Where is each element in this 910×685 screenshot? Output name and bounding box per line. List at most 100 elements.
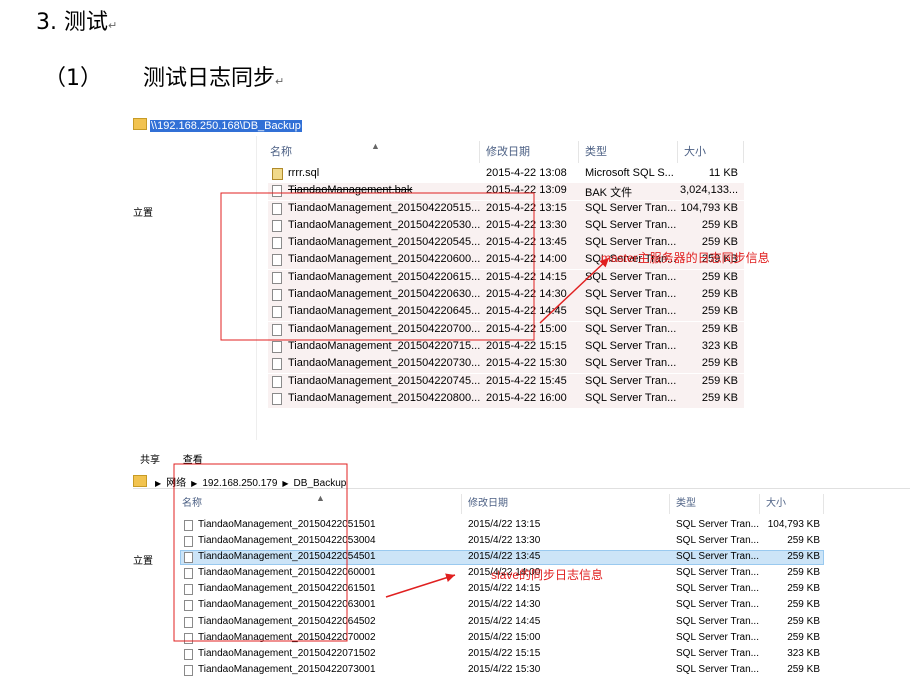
file-row[interactable]: rrrr.sql 2015-4-22 13:08 Microsoft SQL S..… [268, 166, 744, 183]
file-row-selected[interactable]: TiandaoManagement_20150422054501 2015/4/2… [180, 550, 824, 566]
file-size: 3,024,133... [680, 184, 738, 197]
divider [133, 488, 910, 489]
file-name: TiandaoManagement_20150422053004 [198, 535, 376, 547]
file-date: 2015/4/22 15:15 [468, 647, 541, 659]
file-date: 2015/4/22 14:30 [468, 599, 541, 611]
file-list-slave: TiandaoManagement_20150422051501 2015/4/2… [180, 518, 824, 679]
file-name: TiandaoManagement_20150422073001 [198, 663, 376, 675]
column-header-type[interactable]: 类型 [670, 494, 760, 514]
file-name: TiandaoManagement_201504220730... [288, 357, 480, 370]
file-name: TiandaoManagement_20150422061501 [198, 583, 376, 595]
file-icon [184, 616, 193, 628]
file-row[interactable]: TiandaoManagement_20150422071502 2015/4/2… [180, 647, 824, 663]
file-icon [272, 289, 282, 302]
file-name: TiandaoManagement_201504220745... [288, 374, 480, 387]
file-icon [272, 271, 282, 284]
column-header-date[interactable]: 修改日期 [480, 141, 579, 163]
file-row[interactable]: TiandaoManagement_201504220715... 2015-4-… [268, 338, 744, 356]
address-path[interactable]: \\192.168.250.168\DB_Backup [150, 120, 302, 132]
file-type: SQL Server Tran... [585, 305, 677, 318]
column-header-row: ▲ 名称 修改日期 类型 大小 [176, 493, 824, 514]
file-name: TiandaoManagement_201504220800... [288, 391, 480, 404]
file-row[interactable]: TiandaoManagement_201504220615... 2015-4-… [268, 269, 744, 287]
file-name: TiandaoManagement_20150422063001 [198, 599, 376, 611]
file-row[interactable]: TiandaoManagement_20150422064502 2015/4/2… [180, 615, 824, 631]
file-date: 2015/4/22 15:30 [468, 663, 541, 675]
file-icon [272, 202, 282, 215]
file-row[interactable]: TiandaoManagement.bak 2015-4-22 13:09 BAK … [268, 183, 744, 201]
file-type: SQL Server Tran... [676, 647, 759, 659]
file-name: rrrr.sql [288, 167, 320, 179]
column-header-type[interactable]: 类型 [579, 141, 678, 163]
column-header-name[interactable]: ▲ 名称 [264, 141, 480, 163]
column-header-size[interactable]: 大小 [678, 141, 744, 163]
file-type: Microsoft SQL S... [585, 167, 674, 179]
file-row[interactable]: TiandaoManagement_201504220530... 2015-4-… [268, 217, 744, 235]
file-name: TiandaoManagement_20150422070002 [198, 631, 376, 643]
file-date: 2015/4/22 13:15 [468, 519, 541, 530]
file-date: 2015-4-22 15:45 [486, 374, 567, 387]
file-row[interactable]: TiandaoManagement_20150422070002 2015/4/2… [180, 631, 824, 647]
subsection-number: （1） [44, 66, 102, 91]
file-name: TiandaoManagement_201504220530... [288, 218, 480, 231]
file-date: 2015-4-22 14:15 [486, 270, 567, 283]
file-size: 259 KB [701, 322, 738, 335]
file-size: 259 KB [701, 374, 738, 387]
file-icon [272, 375, 282, 388]
file-row[interactable]: TiandaoManagement_20150422073001 2015/4/2… [180, 663, 824, 679]
file-icon [272, 306, 282, 319]
file-icon [184, 632, 193, 644]
address-bar-slave[interactable]: ▶ 网络 ▶ 192.168.250.179 ▶ DB_Backup [133, 474, 346, 489]
file-row[interactable]: TiandaoManagement_201504220645... 2015-4-… [268, 304, 744, 322]
file-size: 259 KB [787, 599, 820, 611]
file-type: SQL Server Tran... [585, 201, 677, 214]
file-size: 259 KB [787, 535, 820, 547]
file-date: 2015-4-22 13:45 [486, 236, 567, 249]
file-name: TiandaoManagement_20150422064502 [198, 615, 376, 627]
file-icon [184, 664, 193, 676]
section-heading: 3. 测试↵ [36, 4, 117, 36]
file-type: SQL Server Tran... [676, 551, 759, 563]
file-row[interactable]: TiandaoManagement_20150422061501 2015/4/2… [180, 582, 824, 598]
folder-icon [133, 475, 147, 487]
file-date: 2015-4-22 14:30 [486, 288, 567, 301]
file-size: 104,793 KB [680, 201, 739, 214]
file-date: 2015-4-22 14:45 [486, 305, 567, 318]
file-icon [272, 185, 282, 198]
column-header-size[interactable]: 大小 [760, 494, 824, 514]
file-row[interactable]: TiandaoManagement_20150422053004 2015/4/2… [180, 534, 824, 550]
file-type: BAK 文件 [585, 187, 633, 200]
file-type: SQL Server Tran... [585, 218, 677, 231]
file-row[interactable]: TiandaoManagement_20150422063001 2015/4/2… [180, 598, 824, 614]
file-row[interactable]: TiandaoManagement_201504220515... 2015-4-… [268, 200, 744, 218]
file-date: 2015/4/22 14:15 [468, 583, 541, 595]
file-icon [272, 254, 282, 267]
menu-view[interactable]: 查看 [183, 455, 203, 466]
file-date: 2015-4-22 13:09 [486, 184, 567, 197]
file-row[interactable]: TiandaoManagement_201504220800... 2015-4-… [268, 390, 744, 408]
column-header-date[interactable]: 修改日期 [462, 494, 670, 514]
file-name: TiandaoManagement_201504220615... [288, 270, 480, 283]
file-name: TiandaoManagement_20150422071502 [198, 647, 376, 659]
file-row[interactable]: TiandaoManagement_201504220700... 2015-4-… [268, 321, 744, 339]
file-icon [272, 340, 282, 353]
address-bar-master[interactable]: \\192.168.250.168\DB_Backup [133, 118, 302, 132]
file-size: 259 KB [701, 391, 738, 404]
paragraph-mark: ↵ [108, 19, 118, 32]
file-type: SQL Server Tran... [585, 391, 677, 404]
menu-share[interactable]: 共享 [140, 455, 160, 466]
file-icon [272, 358, 282, 371]
file-row[interactable]: TiandaoManagement_201504220730... 2015-4-… [268, 356, 744, 374]
paragraph-mark: ↵ [275, 75, 285, 88]
file-date: 2015-4-22 13:15 [486, 201, 567, 214]
file-date: 2015/4/22 14:45 [468, 615, 541, 627]
file-name: TiandaoManagement_201504220715... [288, 339, 480, 352]
file-row[interactable]: TiandaoManagement_201504220745... 2015-4-… [268, 373, 744, 391]
file-type: SQL Server Tran... [676, 519, 759, 530]
file-row[interactable]: TiandaoManagement_201504220630... 2015-4-… [268, 287, 744, 305]
file-type: SQL Server Tran... [585, 374, 677, 387]
column-header-name[interactable]: ▲ 名称 [176, 493, 462, 514]
file-row[interactable]: TiandaoManagement_20150422051501 2015/4/2… [180, 518, 824, 534]
file-size: 259 KB [701, 270, 738, 283]
file-icon [184, 552, 193, 564]
